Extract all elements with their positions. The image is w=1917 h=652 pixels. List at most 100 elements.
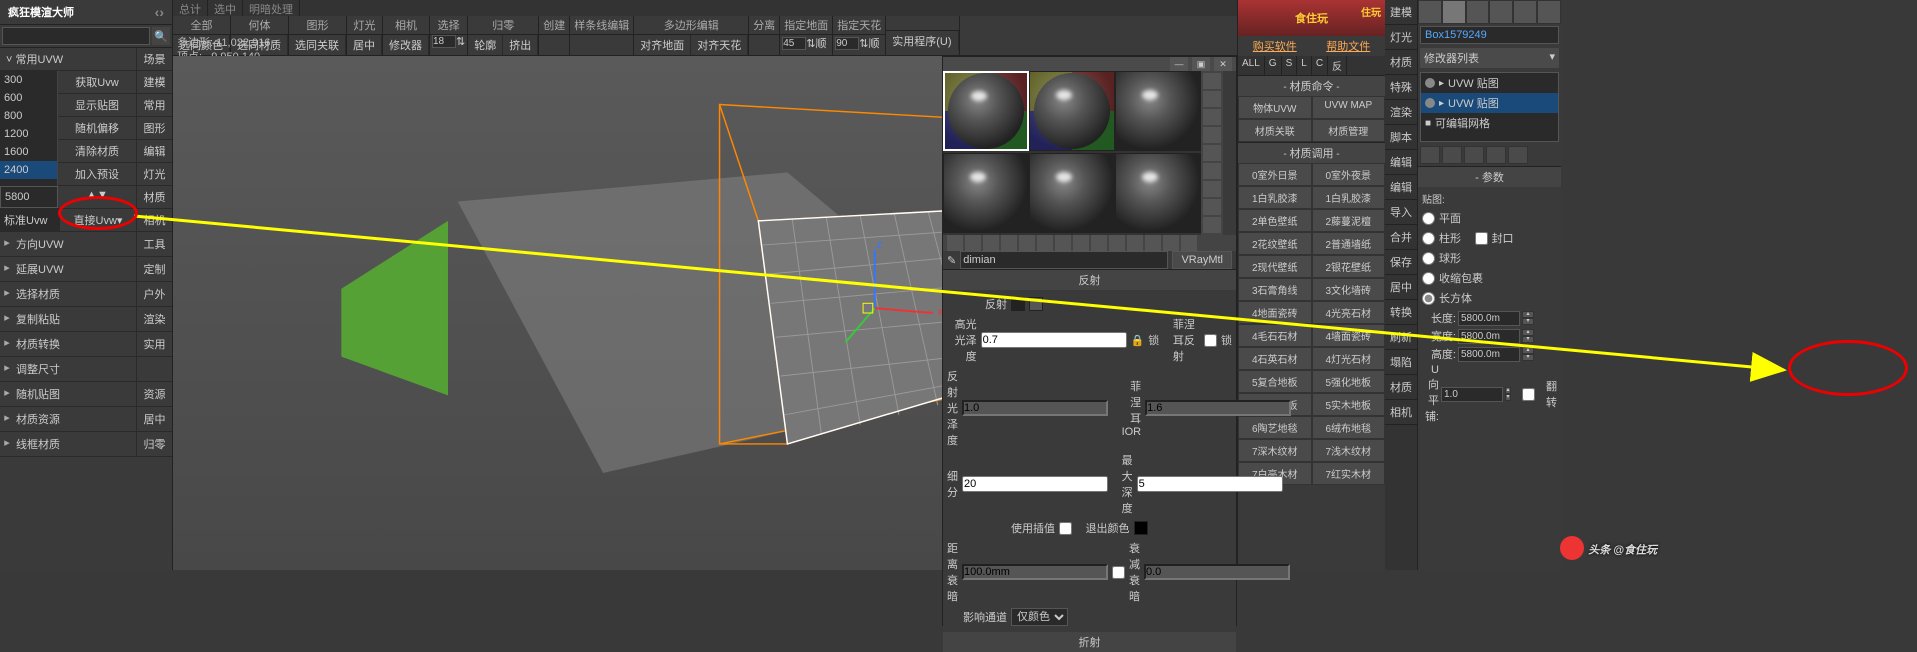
tg-camera[interactable]: 相机 [383, 16, 429, 35]
tg-geom[interactable]: 何体 [231, 16, 288, 35]
mat-icon[interactable] [1145, 235, 1161, 251]
utility-tab-icon[interactable] [1537, 0, 1561, 24]
mat-slot-3[interactable] [1115, 71, 1201, 151]
tag-zero[interactable]: 归零 [136, 432, 172, 456]
mat-icon[interactable] [983, 235, 999, 251]
help-link[interactable]: 帮助文件 [1312, 36, 1386, 56]
tg-detach[interactable]: 分离 [749, 16, 779, 35]
preset-1600[interactable]: 1600 [0, 143, 57, 161]
mat-slot-1[interactable] [943, 71, 1029, 151]
btn-mat-manage[interactable]: 材质管理 [1312, 119, 1386, 142]
tag-tool[interactable]: 工具 [136, 232, 172, 256]
reflect-swatch[interactable] [1011, 297, 1025, 311]
select-num[interactable] [432, 35, 456, 48]
ceiling-num[interactable] [835, 37, 859, 50]
mat-icon[interactable] [1073, 235, 1089, 251]
search-icon[interactable]: 🔍 [152, 27, 170, 45]
mat-preset-button[interactable]: 0室外夜景 [1312, 163, 1386, 186]
mat-preset-button[interactable]: 2现代壁纸 [1238, 255, 1312, 278]
size-spinner[interactable]: ▲▼ [58, 186, 136, 208]
expand-icon[interactable]: ▸ [0, 432, 14, 456]
direct-uvw-button[interactable]: 直接Uvw▾ [60, 209, 136, 231]
cw-label[interactable]: 顺 [868, 35, 879, 51]
modifier-dropdown[interactable]: 修改器列表▾ [1420, 48, 1559, 68]
cat-camera[interactable]: 相机 [136, 209, 172, 231]
seal-check[interactable] [1475, 232, 1488, 245]
clear-mat-button[interactable]: 清除材质 [58, 140, 136, 163]
preset-600[interactable]: 600 [0, 89, 57, 107]
unique-icon[interactable] [1464, 146, 1484, 164]
cat-model[interactable]: 建模 [137, 71, 172, 94]
cw-icon[interactable]: ⇅ [806, 37, 815, 50]
eye-icon[interactable] [1425, 78, 1435, 88]
mat-tool-icon[interactable] [1203, 109, 1221, 125]
side-tab[interactable]: 材质 [1385, 50, 1417, 75]
reflect-map[interactable] [1029, 297, 1043, 311]
mat-preset-button[interactable]: 5强化地板 [1312, 370, 1386, 393]
tag-practical[interactable]: 实用 [136, 332, 172, 356]
spin-up-icon[interactable]: ▴ [1505, 387, 1511, 394]
item-wireframe-mat[interactable]: 线框材质 [14, 432, 136, 456]
tg-select[interactable]: 选择 [430, 16, 467, 35]
mat-preset-button[interactable]: 5复合地板 [1238, 370, 1312, 393]
mat-slot-5[interactable] [1029, 153, 1115, 233]
mat-icon[interactable] [1181, 235, 1197, 251]
cw-label[interactable]: 顺 [815, 35, 826, 51]
random-offset-button[interactable]: 随机偏移 [58, 117, 136, 140]
spin-down-icon[interactable]: ▾ [1522, 336, 1534, 343]
mat-slot-4[interactable] [943, 153, 1029, 233]
rollout-refraction[interactable]: 折射 [943, 632, 1236, 652]
tag-outdoor[interactable]: 户外 [136, 282, 172, 306]
mat-icon[interactable] [1019, 235, 1035, 251]
mat-preset-button[interactable]: 2单色壁纸 [1238, 209, 1312, 232]
mat-tool-icon[interactable] [1203, 73, 1221, 89]
opt-center[interactable]: 居中 [347, 35, 382, 55]
tag-render[interactable]: 渲染 [136, 307, 172, 331]
nav-arrows-icon[interactable]: ‹› [155, 4, 164, 20]
align-ceiling[interactable]: 对齐天花 [691, 35, 748, 55]
display-tab-icon[interactable] [1513, 0, 1537, 24]
filter-inv[interactable]: 反 [1328, 56, 1347, 75]
filter-s[interactable]: S [1282, 56, 1298, 75]
maximize-icon[interactable]: ▣ [1192, 57, 1210, 71]
expand-icon[interactable]: ▸ [0, 232, 14, 256]
item-extend-uvw[interactable]: 延展UVW [14, 257, 136, 281]
expand-icon[interactable]: ▸ [0, 257, 14, 281]
stack-item[interactable]: ▸ UVW 贴图 [1421, 93, 1558, 113]
mat-preset-button[interactable]: 4光亮石材 [1312, 301, 1386, 324]
cat-edit[interactable]: 编辑 [137, 140, 172, 163]
spin-icon[interactable]: ⇅ [456, 35, 465, 48]
object-name[interactable] [1420, 26, 1559, 44]
item-direction-uvw[interactable]: 方向UVW [14, 232, 136, 256]
side-tab[interactable]: 编辑 [1385, 175, 1417, 200]
tg-shape[interactable]: 图形 [289, 16, 346, 35]
mat-preset-button[interactable]: 2普通墙纸 [1312, 232, 1386, 255]
mat-tool-icon[interactable] [1203, 217, 1221, 233]
opt-outline[interactable]: 轮廓 [468, 35, 503, 55]
mat-preset-button[interactable]: 0室外日景 [1238, 163, 1312, 186]
tag-custom[interactable]: 定制 [136, 257, 172, 281]
expand-icon[interactable]: ▸ [0, 407, 14, 431]
expand-icon[interactable]: ▸ [0, 332, 14, 356]
preset-300[interactable]: 300 [0, 71, 57, 89]
mat-icon[interactable] [965, 235, 981, 251]
std-uvw-button[interactable]: 标准Uvw [0, 209, 60, 231]
mat-type-button[interactable]: VRayMtl [1172, 251, 1232, 269]
mat-preset-button[interactable]: 4毛石石材 [1238, 324, 1312, 347]
lock-icon[interactable]: 🔒 [1131, 334, 1145, 347]
tg-spline[interactable]: 样条线编辑 [570, 16, 633, 35]
cat-common[interactable]: 常用 [137, 94, 172, 117]
side-tab[interactable]: 合并 [1385, 225, 1417, 250]
height-input[interactable] [1458, 347, 1520, 362]
side-tab[interactable]: 建模 [1385, 0, 1417, 25]
map-cyl[interactable] [1422, 232, 1435, 245]
mat-preset-button[interactable]: 6陶艺地毯 [1238, 416, 1312, 439]
expand-icon[interactable]: ▸ [0, 307, 14, 331]
cw-icon[interactable]: ⇅ [859, 37, 868, 50]
length-input[interactable] [1458, 311, 1520, 326]
filter-all[interactable]: ALL [1238, 56, 1265, 75]
tab-selected[interactable]: 选中 [208, 0, 243, 16]
item-copy-paste[interactable]: 复制粘贴 [14, 307, 136, 331]
tg-set-floor[interactable]: 指定地面 [780, 16, 832, 35]
common-uvw-header[interactable]: ˅ 常用UVW [0, 48, 136, 70]
